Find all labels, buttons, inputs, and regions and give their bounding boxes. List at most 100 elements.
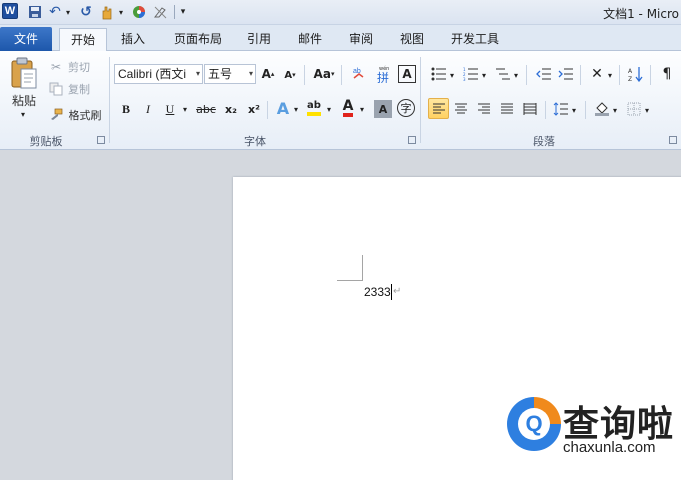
- enclose-characters-button[interactable]: 字: [397, 99, 415, 117]
- text-effects-dropdown-icon[interactable]: ▾: [292, 100, 300, 118]
- align-center-icon[interactable]: [452, 100, 470, 118]
- svg-text:3: 3: [463, 77, 466, 81]
- bullets-icon[interactable]: [430, 65, 448, 83]
- font-name-combo[interactable]: Calibri (西文i ▾: [114, 64, 203, 84]
- multilevel-list-icon[interactable]: [494, 65, 512, 83]
- increase-indent-icon[interactable]: [557, 65, 575, 83]
- sort-icon[interactable]: AZ: [627, 65, 645, 83]
- toolbar-divider: [174, 5, 175, 19]
- shading-dropdown-icon[interactable]: ▾: [611, 101, 619, 119]
- text-effects-button[interactable]: A: [274, 99, 292, 118]
- font-color-button[interactable]: A: [339, 99, 357, 117]
- undo-dropdown-icon[interactable]: ▾: [63, 3, 73, 21]
- ribbon-tabs: 文件 开始 插入 页面布局 引用 邮件 审阅 视图 开发工具: [0, 25, 681, 51]
- numbering-icon[interactable]: 123: [462, 65, 480, 83]
- cut-button[interactable]: 剪切: [66, 59, 92, 75]
- align-left-button[interactable]: [428, 98, 449, 119]
- chevron-down-icon: ▾: [195, 69, 200, 78]
- show-marks-icon[interactable]: ¶: [658, 65, 676, 83]
- subscript-button[interactable]: x₂: [222, 100, 240, 118]
- copy-icon[interactable]: [48, 81, 64, 97]
- distributed-icon[interactable]: [521, 100, 539, 118]
- undo-icon[interactable]: ↶: [48, 3, 62, 21]
- clipboard-launcher-icon[interactable]: [97, 136, 105, 144]
- underline-button[interactable]: U: [161, 100, 179, 118]
- font-size-value: 五号: [208, 67, 233, 81]
- line-spacing-dropdown-icon[interactable]: ▾: [570, 101, 578, 119]
- watermark-logo-mark: Q: [518, 408, 550, 440]
- character-border-icon[interactable]: A: [398, 65, 416, 83]
- highlight-button[interactable]: ab: [303, 99, 325, 117]
- chinese-layout-icon[interactable]: ✕: [588, 65, 606, 83]
- customize-toolbar-icon[interactable]: ▾: [178, 3, 188, 21]
- paste-dropdown-icon[interactable]: ▾: [18, 110, 28, 119]
- touch-dropdown-icon[interactable]: ▾: [117, 3, 125, 21]
- clear-format-icon[interactable]: [152, 3, 168, 21]
- touch-mode-icon[interactable]: [98, 3, 116, 21]
- clear-formatting-icon[interactable]: ab: [351, 64, 369, 82]
- font-color-dropdown-icon[interactable]: ▾: [358, 100, 366, 118]
- character-shading-button[interactable]: A: [374, 100, 392, 118]
- highlight-dropdown-icon[interactable]: ▾: [325, 100, 333, 118]
- chinese-layout-dropdown-icon[interactable]: ▾: [606, 66, 614, 84]
- paragraph-divider: [650, 65, 651, 85]
- paragraph-divider: [526, 65, 527, 85]
- borders-dropdown-icon[interactable]: ▾: [643, 101, 651, 119]
- font-launcher-icon[interactable]: [408, 136, 416, 144]
- cut-icon[interactable]: ✂: [48, 59, 64, 75]
- svg-text:Z: Z: [628, 76, 632, 82]
- grow-font-button[interactable]: A ▴: [259, 65, 277, 83]
- tab-page-layout[interactable]: 页面布局: [166, 28, 230, 51]
- tab-home[interactable]: 开始: [59, 28, 107, 51]
- tab-insert[interactable]: 插入: [111, 28, 155, 51]
- watermark: Q 查询啦 chaxunla.com: [505, 395, 675, 465]
- copy-button[interactable]: 复制: [66, 81, 92, 97]
- highlight-icon: ab: [307, 100, 321, 116]
- paragraph-mark: ↵: [393, 286, 402, 297]
- font-divider: [341, 65, 342, 85]
- superscript-button[interactable]: x²: [245, 100, 263, 118]
- paragraph-group-label: 段落: [533, 135, 555, 148]
- paragraph-launcher-icon[interactable]: [669, 136, 677, 144]
- borders-icon[interactable]: [625, 100, 643, 118]
- tab-view[interactable]: 视图: [391, 28, 433, 51]
- line-spacing-icon[interactable]: [552, 100, 570, 118]
- color-wheel-icon[interactable]: [131, 3, 147, 21]
- font-size-combo[interactable]: 五号 ▾: [204, 64, 256, 84]
- multilevel-dropdown-icon[interactable]: ▾: [512, 66, 520, 84]
- bullets-dropdown-icon[interactable]: ▾: [448, 66, 456, 84]
- paste-button[interactable]: 粘贴: [10, 93, 38, 108]
- phonetic-guide-icon[interactable]: wén 拼: [374, 65, 392, 83]
- redo-icon[interactable]: ↺: [79, 3, 93, 21]
- tab-review[interactable]: 审阅: [340, 28, 382, 51]
- bold-button[interactable]: B: [117, 100, 135, 118]
- shrink-font-button[interactable]: A ▾: [281, 66, 299, 84]
- format-painter-icon[interactable]: [48, 107, 64, 123]
- tab-mailings[interactable]: 邮件: [289, 28, 331, 51]
- paragraph-divider: [545, 101, 546, 119]
- strikethrough-button[interactable]: abc: [195, 100, 217, 118]
- save-icon[interactable]: [26, 3, 44, 21]
- chevron-down-icon: ▾: [248, 69, 253, 78]
- paragraph-divider: [619, 65, 620, 85]
- shading-icon[interactable]: [593, 99, 611, 117]
- group-divider: [420, 57, 421, 143]
- numbering-dropdown-icon[interactable]: ▾: [480, 66, 488, 84]
- italic-button[interactable]: I: [139, 100, 157, 118]
- clipboard-group-label: 剪贴板: [29, 135, 63, 148]
- align-right-icon[interactable]: [475, 100, 493, 118]
- change-case-button[interactable]: Aa ▾: [311, 65, 337, 83]
- svg-text:拼: 拼: [377, 71, 389, 83]
- justify-icon[interactable]: [498, 100, 516, 118]
- tab-references[interactable]: 引用: [238, 28, 280, 51]
- word-logo-icon[interactable]: W: [2, 3, 18, 19]
- tab-developer[interactable]: 开发工具: [444, 28, 506, 51]
- font-color-icon: A: [342, 99, 354, 117]
- underline-dropdown-icon[interactable]: ▾: [180, 100, 190, 118]
- format-painter-button[interactable]: 格式刷: [66, 107, 104, 123]
- tab-file[interactable]: 文件: [0, 27, 52, 51]
- paste-icon[interactable]: [8, 56, 40, 92]
- decrease-indent-icon[interactable]: [535, 65, 553, 83]
- document-text[interactable]: 2333: [364, 285, 391, 299]
- change-case-icon: Aa: [313, 67, 331, 81]
